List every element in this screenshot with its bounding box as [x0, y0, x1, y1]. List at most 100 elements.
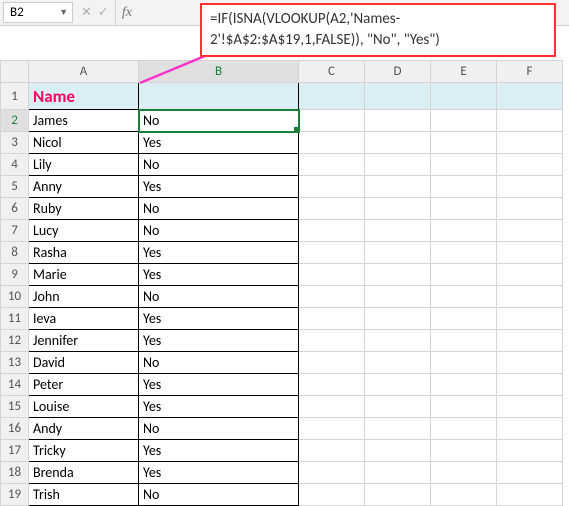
cell-B19[interactable]: No	[139, 484, 299, 506]
cell-C4[interactable]	[299, 154, 365, 176]
cell-F17[interactable]	[497, 440, 563, 462]
row-header-5[interactable]: 5	[1, 176, 29, 198]
cell-A14[interactable]: Peter	[29, 374, 139, 396]
cell-F11[interactable]	[497, 308, 563, 330]
cell-E18[interactable]	[431, 462, 497, 484]
cell-D4[interactable]	[365, 154, 431, 176]
cell-A16[interactable]: Andy	[29, 418, 139, 440]
cell-C11[interactable]	[299, 308, 365, 330]
cell-F18[interactable]	[497, 462, 563, 484]
cell-D14[interactable]	[365, 374, 431, 396]
cell-A12[interactable]: Jennifer	[29, 330, 139, 352]
row-header-11[interactable]: 11	[1, 308, 29, 330]
cell-D18[interactable]	[365, 462, 431, 484]
col-header-F[interactable]: F	[497, 61, 563, 83]
cell-A2[interactable]: James	[29, 110, 139, 132]
cell-C2[interactable]	[299, 110, 365, 132]
row-header-1[interactable]: 1	[1, 83, 29, 110]
cell-E13[interactable]	[431, 352, 497, 374]
row-header-7[interactable]: 7	[1, 220, 29, 242]
cell-D1[interactable]	[365, 83, 431, 110]
cell-B3[interactable]: Yes	[139, 132, 299, 154]
cell-A11[interactable]: Ieva	[29, 308, 139, 330]
cell-C3[interactable]	[299, 132, 365, 154]
cell-A18[interactable]: Brenda	[29, 462, 139, 484]
cell-F6[interactable]	[497, 198, 563, 220]
cell-B13[interactable]: No	[139, 352, 299, 374]
cell-F4[interactable]	[497, 154, 563, 176]
row-header-14[interactable]: 14	[1, 374, 29, 396]
cell-C1[interactable]	[299, 83, 365, 110]
cell-B2[interactable]: No	[139, 110, 299, 132]
col-header-B[interactable]: B	[139, 61, 299, 83]
cell-F8[interactable]	[497, 242, 563, 264]
cell-E10[interactable]	[431, 286, 497, 308]
cell-D12[interactable]	[365, 330, 431, 352]
cell-A1[interactable]: Name	[29, 83, 139, 110]
row-header-4[interactable]: 4	[1, 154, 29, 176]
cell-C5[interactable]	[299, 176, 365, 198]
cell-E19[interactable]	[431, 484, 497, 506]
cell-F13[interactable]	[497, 352, 563, 374]
cell-C19[interactable]	[299, 484, 365, 506]
cell-B18[interactable]: Yes	[139, 462, 299, 484]
cell-E15[interactable]	[431, 396, 497, 418]
cell-F15[interactable]	[497, 396, 563, 418]
cell-C7[interactable]	[299, 220, 365, 242]
cell-E5[interactable]	[431, 176, 497, 198]
cell-C8[interactable]	[299, 242, 365, 264]
cell-A17[interactable]: Tricky	[29, 440, 139, 462]
cell-C13[interactable]	[299, 352, 365, 374]
cell-C18[interactable]	[299, 462, 365, 484]
cell-D16[interactable]	[365, 418, 431, 440]
cell-C14[interactable]	[299, 374, 365, 396]
cell-A3[interactable]: Nicol	[29, 132, 139, 154]
cell-A6[interactable]: Ruby	[29, 198, 139, 220]
cell-F12[interactable]	[497, 330, 563, 352]
cell-F2[interactable]	[497, 110, 563, 132]
cell-B7[interactable]: No	[139, 220, 299, 242]
cell-B16[interactable]: No	[139, 418, 299, 440]
cell-C16[interactable]	[299, 418, 365, 440]
name-box-dropdown-icon[interactable]: ▼	[59, 7, 68, 18]
cell-D8[interactable]	[365, 242, 431, 264]
cell-B17[interactable]: Yes	[139, 440, 299, 462]
cell-B15[interactable]: Yes	[139, 396, 299, 418]
cell-E14[interactable]	[431, 374, 497, 396]
cell-E1[interactable]	[431, 83, 497, 110]
cell-B12[interactable]: Yes	[139, 330, 299, 352]
row-header-19[interactable]: 19	[1, 484, 29, 506]
cell-A15[interactable]: Louise	[29, 396, 139, 418]
cell-D10[interactable]	[365, 286, 431, 308]
spreadsheet-grid[interactable]: A B C D E F 1 Name 2JamesNo3NicolYes4Lil…	[0, 60, 569, 503]
cell-E3[interactable]	[431, 132, 497, 154]
cell-D15[interactable]	[365, 396, 431, 418]
cell-E4[interactable]	[431, 154, 497, 176]
fx-icon[interactable]: fx	[116, 0, 138, 25]
cell-D13[interactable]	[365, 352, 431, 374]
col-header-D[interactable]: D	[365, 61, 431, 83]
cell-D3[interactable]	[365, 132, 431, 154]
name-box[interactable]: B2 ▼	[3, 2, 73, 23]
col-header-A[interactable]: A	[29, 61, 139, 83]
cell-B5[interactable]: Yes	[139, 176, 299, 198]
cell-B6[interactable]: No	[139, 198, 299, 220]
cell-F19[interactable]	[497, 484, 563, 506]
row-header-16[interactable]: 16	[1, 418, 29, 440]
cell-A4[interactable]: Lily	[29, 154, 139, 176]
cell-C17[interactable]	[299, 440, 365, 462]
cell-F5[interactable]	[497, 176, 563, 198]
cell-B8[interactable]: Yes	[139, 242, 299, 264]
cell-F3[interactable]	[497, 132, 563, 154]
cell-E8[interactable]	[431, 242, 497, 264]
cell-D11[interactable]	[365, 308, 431, 330]
cell-C9[interactable]	[299, 264, 365, 286]
row-header-3[interactable]: 3	[1, 132, 29, 154]
cell-C10[interactable]	[299, 286, 365, 308]
row-header-6[interactable]: 6	[1, 198, 29, 220]
cell-D19[interactable]	[365, 484, 431, 506]
row-header-2[interactable]: 2	[1, 110, 29, 132]
row-header-10[interactable]: 10	[1, 286, 29, 308]
cell-F1[interactable]	[497, 83, 563, 110]
cell-E16[interactable]	[431, 418, 497, 440]
